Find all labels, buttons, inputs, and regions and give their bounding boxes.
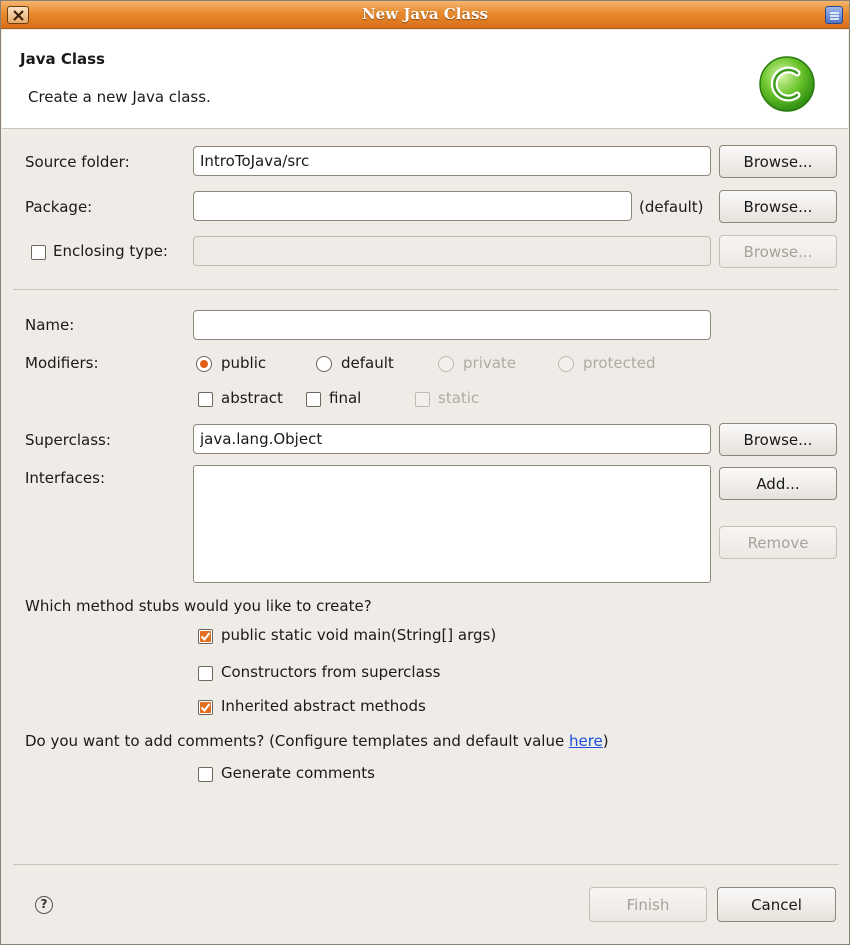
checkmark-icon: [200, 632, 211, 642]
modifier-public-radio[interactable]: [196, 356, 212, 372]
modifier-final-checkbox[interactable]: [306, 392, 321, 407]
source-folder-label: Source folder:: [25, 153, 130, 171]
superclass-label: Superclass:: [25, 431, 111, 449]
rollup-window-button[interactable]: [825, 6, 843, 24]
stub-main-checkbox[interactable]: [198, 629, 213, 644]
modifier-private-label: private: [463, 354, 517, 372]
interfaces-label: Interfaces:: [25, 469, 106, 487]
package-default-hint: (default): [639, 198, 704, 216]
source-folder-input[interactable]: [193, 146, 711, 176]
stub-constructors-label: Constructors from superclass: [221, 663, 441, 681]
modifier-final-label: final: [329, 389, 362, 407]
modifier-abstract-checkbox[interactable]: [198, 392, 213, 407]
wizard-description: Create a new Java class.: [28, 88, 211, 106]
modifier-static-checkbox: [415, 392, 430, 407]
wizard-title: Java Class: [20, 50, 105, 68]
modifier-abstract-label: abstract: [221, 389, 283, 407]
method-stubs-question: Which method stubs would you like to cre…: [25, 597, 372, 615]
package-browse-button[interactable]: Browse...: [719, 190, 837, 223]
window-title: New Java Class: [361, 5, 489, 23]
stub-inherited-checkbox[interactable]: [198, 700, 213, 715]
enclosing-type-browse-button: Browse...: [719, 235, 837, 268]
rollup-icon: [830, 12, 839, 20]
java-class-icon: [759, 56, 815, 112]
generate-comments-checkbox[interactable]: [198, 767, 213, 782]
separator: [13, 289, 839, 290]
interfaces-add-button[interactable]: Add...: [719, 467, 837, 500]
source-folder-browse-button[interactable]: Browse...: [719, 145, 837, 178]
interfaces-list[interactable]: [193, 465, 711, 583]
name-label: Name:: [25, 316, 75, 334]
enclosing-type-checkbox[interactable]: [31, 245, 46, 260]
modifier-static-label: static: [438, 389, 480, 407]
modifier-default-radio[interactable]: [316, 356, 332, 372]
finish-button: Finish: [589, 887, 707, 922]
comments-question-text: Do you want to add comments? (Configure …: [25, 732, 569, 750]
wizard-header: Java Class Create a new Java class.: [2, 30, 848, 129]
name-input[interactable]: [193, 310, 711, 340]
checkmark-icon: [200, 703, 211, 713]
modifier-protected-radio: [558, 356, 574, 372]
superclass-browse-button[interactable]: Browse...: [719, 423, 837, 456]
stub-main-label: public static void main(String[] args): [221, 626, 497, 644]
comments-question-suffix: ): [602, 732, 609, 750]
cancel-button[interactable]: Cancel: [717, 887, 836, 922]
superclass-input[interactable]: [193, 424, 711, 454]
modifier-protected-label: protected: [583, 354, 656, 372]
new-java-class-dialog: New Java Class Java Class Create a new J…: [0, 0, 850, 945]
interfaces-remove-button: Remove: [719, 526, 837, 559]
modifier-private-radio: [438, 356, 454, 372]
modifier-default-label: default: [341, 354, 394, 372]
footer-separator: [13, 864, 839, 865]
generate-comments-label: Generate comments: [221, 764, 375, 782]
enclosing-type-input: [193, 236, 711, 266]
modifiers-label: Modifiers:: [25, 354, 99, 372]
stub-inherited-label: Inherited abstract methods: [221, 697, 426, 715]
package-input[interactable]: [193, 191, 632, 221]
title-bar: New Java Class: [1, 1, 849, 29]
configure-templates-link[interactable]: here: [569, 732, 603, 750]
help-icon[interactable]: ?: [35, 896, 53, 914]
enclosing-type-label: Enclosing type:: [53, 242, 168, 260]
comments-question: Do you want to add comments? (Configure …: [25, 732, 609, 750]
package-label: Package:: [25, 198, 93, 216]
stub-constructors-checkbox[interactable]: [198, 666, 213, 681]
modifier-public-label: public: [221, 354, 267, 372]
